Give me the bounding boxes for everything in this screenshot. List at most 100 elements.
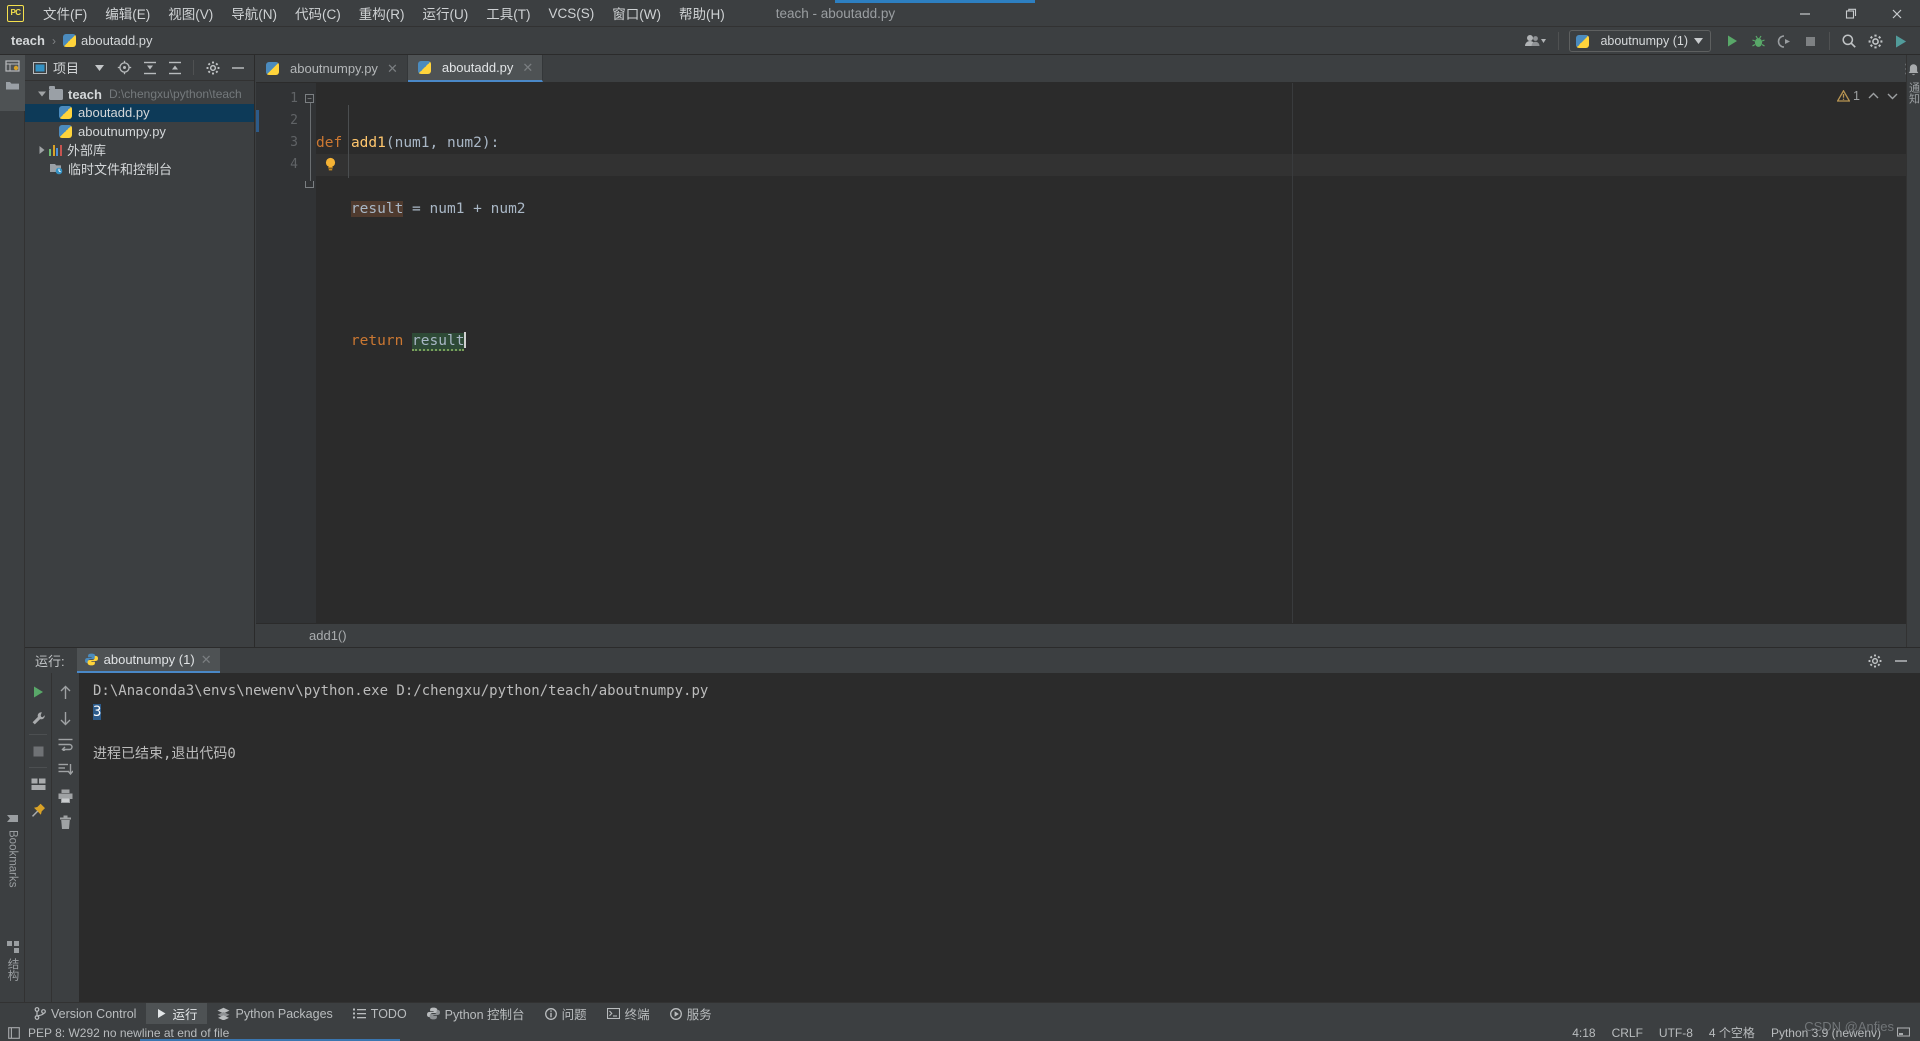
python-icon xyxy=(84,653,98,666)
editor-tab-aboutadd[interactable]: aboutadd.py ✕ xyxy=(407,55,544,82)
expand-all-icon[interactable] xyxy=(137,57,162,79)
tree-node-aboutadd[interactable]: aboutadd.py xyxy=(25,103,254,122)
sidebar-item-project[interactable] xyxy=(0,55,25,111)
debug-icon[interactable] xyxy=(1745,30,1771,52)
python-console-icon xyxy=(426,1007,440,1020)
project-toolbar: 项目 xyxy=(25,55,254,81)
tab-services[interactable]: 服务 xyxy=(660,1003,722,1025)
tab-run[interactable]: 运行 xyxy=(146,1002,208,1025)
updates-icon[interactable] xyxy=(1888,30,1914,52)
project-window-icon xyxy=(33,61,47,74)
tree-node-external-libraries[interactable]: 外部库 xyxy=(25,141,254,160)
fold-gutter[interactable]: − xyxy=(304,83,316,647)
sidebar-item-bookmarks[interactable]: Bookmarks xyxy=(0,795,25,905)
sidebar-item-structure[interactable]: 结构 xyxy=(0,921,25,1001)
hide-icon[interactable] xyxy=(1890,651,1912,671)
soft-wrap-icon[interactable] xyxy=(54,731,78,757)
stop-icon[interactable] xyxy=(1797,30,1823,52)
pin-tab-icon[interactable] xyxy=(26,797,50,823)
edit-configuration-icon[interactable] xyxy=(26,705,50,731)
close-icon[interactable]: ✕ xyxy=(201,652,212,668)
minimize-icon[interactable] xyxy=(1782,0,1828,27)
breadcrumb-file[interactable]: aboutadd.py xyxy=(62,33,153,48)
previous-problem-icon[interactable] xyxy=(1868,89,1879,103)
tab-version-control[interactable]: Version Control xyxy=(24,1003,146,1025)
collapse-all-icon[interactable] xyxy=(162,57,187,79)
menu-window[interactable]: 窗口(W) xyxy=(603,1,670,25)
menu-run[interactable]: 运行(U) xyxy=(414,1,478,25)
scroll-down-icon[interactable] xyxy=(54,705,78,731)
code-content[interactable]: def add1(num1, num2): result = num1 + nu… xyxy=(316,88,1920,396)
structure-icon xyxy=(6,941,19,953)
menu-refactor[interactable]: 重构(R) xyxy=(350,1,414,25)
print-icon[interactable] xyxy=(54,783,78,809)
hide-icon[interactable] xyxy=(225,57,250,79)
fold-region-start-icon[interactable]: − xyxy=(305,94,314,103)
python-interpreter[interactable]: Python 3.9 (newenv) xyxy=(1771,1026,1881,1040)
tab-terminal[interactable]: 终端 xyxy=(597,1003,660,1025)
layout-icon[interactable] xyxy=(26,771,50,797)
tree-node-scratches[interactable]: 临时文件和控制台 xyxy=(25,159,254,178)
run-console-output[interactable]: D:\Anaconda3\envs\newenv\python.exe D:/c… xyxy=(79,673,1920,1002)
rerun-icon[interactable] xyxy=(26,679,50,705)
menu-vcs[interactable]: VCS(S) xyxy=(540,4,604,23)
run-icon[interactable] xyxy=(1719,30,1745,52)
tree-node-label: 外部库 xyxy=(67,143,107,159)
inspection-icon[interactable] xyxy=(8,1026,20,1039)
editor-breadcrumb[interactable]: add1() xyxy=(256,623,1920,647)
caret-position[interactable]: 4:18 xyxy=(1572,1026,1595,1040)
chevron-right-icon[interactable] xyxy=(35,145,49,154)
tab-python-console[interactable]: Python 控制台 xyxy=(417,1003,535,1025)
breadcrumb-project[interactable]: teach xyxy=(11,33,45,48)
tab-todo[interactable]: TODO xyxy=(343,1003,417,1025)
maximize-icon[interactable] xyxy=(1828,0,1874,27)
settings-icon[interactable] xyxy=(1862,30,1888,52)
tree-node-aboutnumpy[interactable]: aboutnumpy.py xyxy=(25,122,254,141)
token-keyword-def: def xyxy=(316,135,343,151)
menu-code[interactable]: 代码(C) xyxy=(286,1,350,25)
user-avatar-icon[interactable] xyxy=(1518,30,1552,52)
scroll-up-icon[interactable] xyxy=(54,679,78,705)
menu-edit[interactable]: 编辑(E) xyxy=(96,1,159,25)
run-window-body: D:\Anaconda3\envs\newenv\python.exe D:/c… xyxy=(25,673,1920,1002)
window-controls xyxy=(1782,0,1920,27)
menu-tools[interactable]: 工具(T) xyxy=(477,1,539,25)
code-editor[interactable]: 1 2 3 4 − def add1(num1, num2): result =… xyxy=(256,83,1920,647)
chevron-down-icon[interactable] xyxy=(87,57,112,79)
read-only-icon[interactable] xyxy=(1897,1027,1910,1038)
close-icon[interactable] xyxy=(1874,0,1920,27)
select-opened-file-icon[interactable] xyxy=(112,57,137,79)
settings-icon[interactable] xyxy=(1864,651,1886,671)
tab-python-packages[interactable]: Python Packages xyxy=(207,1003,342,1025)
file-encoding[interactable]: UTF-8 xyxy=(1659,1026,1693,1040)
sidebar-item-notifications[interactable]: 通知 xyxy=(1907,63,1920,104)
settings-icon[interactable] xyxy=(200,57,225,79)
search-everywhere-icon[interactable] xyxy=(1836,30,1862,52)
inspections-widget[interactable]: 1 xyxy=(1837,89,1898,103)
python-file-icon xyxy=(59,124,72,138)
token-assignment: = num1 + num2 xyxy=(403,201,526,217)
fold-region-end-icon[interactable] xyxy=(305,181,314,188)
editor-tab-aboutnumpy[interactable]: aboutnumpy.py ✕ xyxy=(256,55,408,82)
menu-navigate[interactable]: 导航(N) xyxy=(222,1,286,25)
stop-icon[interactable] xyxy=(26,738,50,764)
tab-problems[interactable]: 问题 xyxy=(535,1003,597,1025)
run-tab-aboutnumpy[interactable]: aboutnumpy (1) ✕ xyxy=(76,648,220,673)
warning-count: 1 xyxy=(1853,89,1860,103)
next-problem-icon[interactable] xyxy=(1887,89,1898,103)
run-configuration-selector[interactable]: aboutnumpy (1) xyxy=(1569,30,1711,52)
line-separator[interactable]: CRLF xyxy=(1612,1026,1643,1040)
indent-setting[interactable]: 4 个空格 xyxy=(1709,1024,1755,1041)
clear-all-icon[interactable] xyxy=(54,809,78,835)
menu-help[interactable]: 帮助(H) xyxy=(670,1,734,25)
close-icon[interactable]: ✕ xyxy=(522,60,533,76)
run-tab-label: aboutnumpy (1) xyxy=(103,652,195,667)
menu-view[interactable]: 视图(V) xyxy=(159,1,222,25)
menu-file[interactable]: 文件(F) xyxy=(34,1,96,25)
scroll-to-end-icon[interactable] xyxy=(54,757,78,783)
warning-indicator[interactable]: 1 xyxy=(1837,89,1860,103)
tree-node-teach[interactable]: teach D:\chengxu\python\teach xyxy=(25,85,254,104)
close-icon[interactable]: ✕ xyxy=(387,61,398,77)
run-with-coverage-icon[interactable] xyxy=(1771,30,1797,52)
chevron-down-icon[interactable] xyxy=(35,91,49,97)
